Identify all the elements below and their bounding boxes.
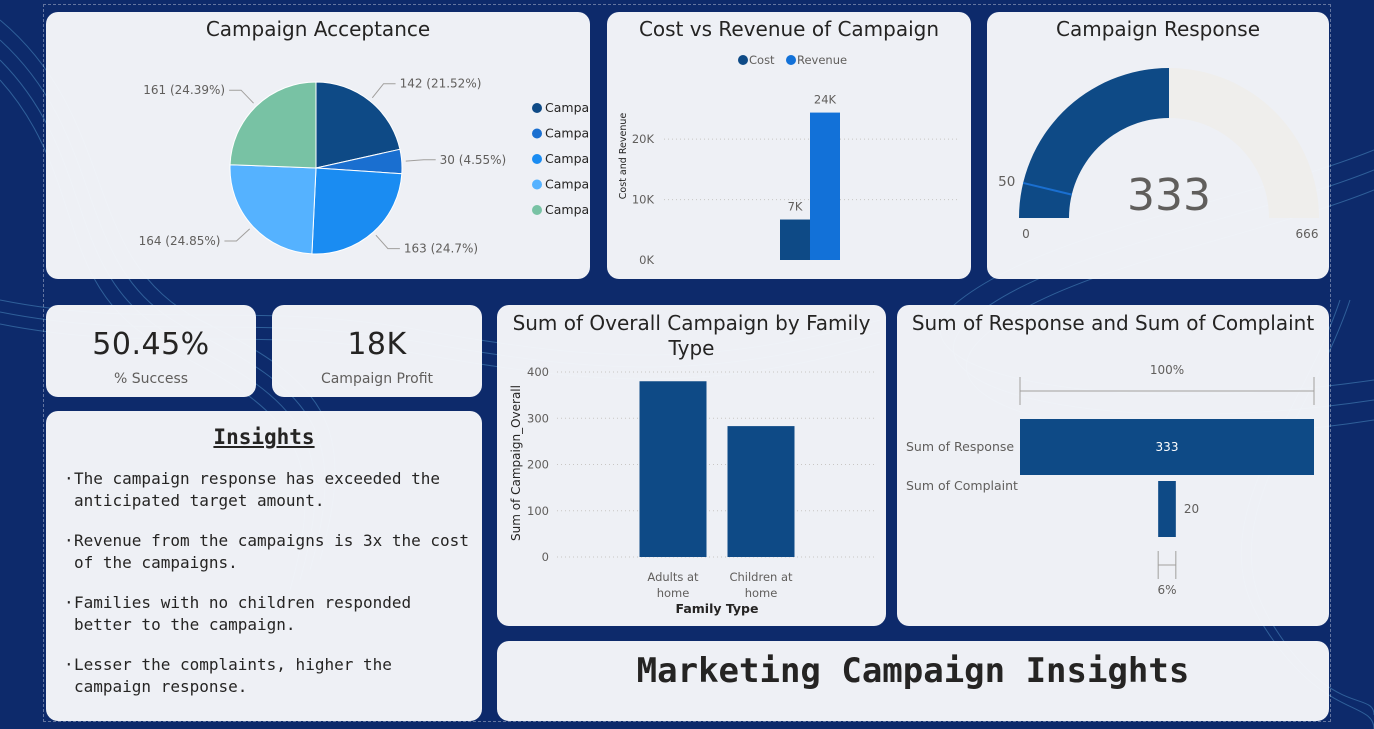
bar-data-label: 24K <box>814 93 837 107</box>
bar-data-label: 7K <box>788 200 803 214</box>
legend-marker <box>532 103 542 113</box>
x-tick-label: Adults at <box>647 570 699 584</box>
pie-data-label: 142 (21.52%) <box>400 77 482 91</box>
kpi-value: 18K <box>347 327 407 362</box>
legend-marker <box>532 154 542 164</box>
dashboard-title: Marketing Campaign Insights <box>636 651 1190 691</box>
gauge-min-label: 0 <box>1022 227 1030 241</box>
pie-leader-line <box>375 234 400 250</box>
y-tick-label: 10K <box>632 193 655 207</box>
x-tick-label: home <box>745 586 778 600</box>
x-axis-label: Family Type <box>676 601 759 616</box>
funnel-value-label: 333 <box>1156 440 1179 454</box>
funnel-bar[interactable] <box>1158 481 1176 537</box>
pie-leader-line <box>229 89 254 104</box>
bar[interactable] <box>780 219 810 260</box>
pie-data-label: 164 (24.85%) <box>139 234 221 248</box>
kpi-label: Campaign Profit <box>320 371 434 387</box>
legend-marker <box>532 179 542 190</box>
funnel-value-label: 20 <box>1184 502 1199 516</box>
funnel-category-label: Sum of Complaint <box>906 478 1018 493</box>
y-tick-label: 200 <box>527 458 549 472</box>
legend-marker <box>532 128 542 139</box>
y-tick-label: 0 <box>542 550 549 564</box>
pie-leader-line <box>224 228 251 242</box>
kpi-success-card[interactable]: 50.45% % Success <box>46 305 256 397</box>
legend-item[interactable]: Campaign 4 <box>545 177 590 192</box>
family-type-card[interactable]: Sum of Overall Campaign by Family Type 0… <box>497 305 886 626</box>
y-tick-label: 100 <box>527 504 549 518</box>
legend-marker <box>786 55 796 65</box>
x-tick-label: Children at <box>729 570 793 584</box>
legend-item[interactable]: Campaign 3 <box>545 151 590 166</box>
legend-item[interactable]: Revenue <box>797 53 847 67</box>
pie-slice[interactable] <box>229 81 317 169</box>
insights-title: Insights <box>213 425 315 449</box>
pie-slice[interactable] <box>311 167 403 255</box>
legend-item[interactable]: Cost <box>749 53 775 67</box>
cost-vs-revenue-card[interactable]: Cost vs Revenue of Campaign Cost Revenue 0… <box>607 12 971 279</box>
cost-vs-revenue-bar-chart[interactable]: Cost Revenue 0K 10K 20KCost and Revenue 7K 24K <box>607 12 971 279</box>
response-complaint-card[interactable]: Sum of Response and Sum of Complaint 100… <box>897 305 1329 626</box>
insight-item: The campaign response has exceeded the a… <box>64 468 472 512</box>
campaign-acceptance-card[interactable]: Campaign Acceptance 142 (21.52%) 30 (4.55… <box>46 12 590 279</box>
legend-marker <box>532 205 542 215</box>
pie-slice[interactable] <box>229 164 317 255</box>
kpi-label: % Success <box>113 371 189 387</box>
insight-item: Lesser the complaints, higher the campai… <box>64 654 472 698</box>
pie-leader-line <box>405 159 436 162</box>
y-tick-label: 400 <box>527 365 549 379</box>
legend-item[interactable]: Campaign 1 <box>545 100 590 115</box>
funnel-bottom-percent: 6% <box>1157 583 1176 597</box>
pie-leader-line <box>371 83 396 99</box>
y-axis-label: Cost and Revenue <box>618 113 629 200</box>
campaign-acceptance-pie-chart[interactable]: 142 (21.52%) 30 (4.55%) 163 (24.7%) 164 (24… <box>46 12 590 279</box>
campaign-response-card[interactable]: Campaign Response 50 333 0 666 <box>987 12 1329 279</box>
family-type-bar-chart[interactable]: 0 100 200 300 400 Sum of Campaign_Overall Adul… <box>497 305 886 626</box>
kpi-profit-card[interactable]: 18K Campaign Profit <box>272 305 482 397</box>
y-tick-label: 0K <box>639 253 654 267</box>
insight-item: Revenue from the campaigns is 3x the cos… <box>64 530 472 574</box>
bar[interactable] <box>639 381 707 557</box>
insights-list: The campaign response has exceeded the a… <box>64 468 472 716</box>
campaign-response-gauge[interactable]: 50 333 0 666 <box>987 12 1329 279</box>
dashboard-title-card: Marketing Campaign Insights <box>497 641 1329 721</box>
legend-item[interactable]: Campaign 5 <box>545 202 590 217</box>
pie-data-label: 161 (24.39%) <box>143 83 225 97</box>
gauge-max-label: 666 <box>1296 227 1319 241</box>
y-tick-label: 20K <box>632 132 655 146</box>
insight-item: Families with no children responded bett… <box>64 592 472 636</box>
legend-item[interactable]: Campaign 2 <box>545 126 590 141</box>
y-axis-label: Sum of Campaign_Overall <box>509 385 523 541</box>
x-tick-label: home <box>657 586 690 600</box>
kpi-value: 50.45% <box>92 327 210 362</box>
gauge-target-label: 50 <box>998 174 1015 190</box>
response-complaint-funnel-chart[interactable]: 100% Sum of Response 333 Sum of Complaint 20… <box>897 305 1329 626</box>
insights-card: Insights The campaign response has excee… <box>46 411 482 721</box>
pie-data-label: 30 (4.55%) <box>440 153 507 167</box>
gauge-value: 333 <box>1127 170 1211 221</box>
funnel-category-label: Sum of Response <box>906 439 1014 454</box>
legend-marker <box>738 55 748 65</box>
y-tick-label: 300 <box>527 411 549 425</box>
bar[interactable] <box>810 112 840 260</box>
funnel-top-percent: 100% <box>1150 363 1184 377</box>
pie-data-label: 163 (24.7%) <box>404 242 478 256</box>
bar[interactable] <box>727 426 795 557</box>
